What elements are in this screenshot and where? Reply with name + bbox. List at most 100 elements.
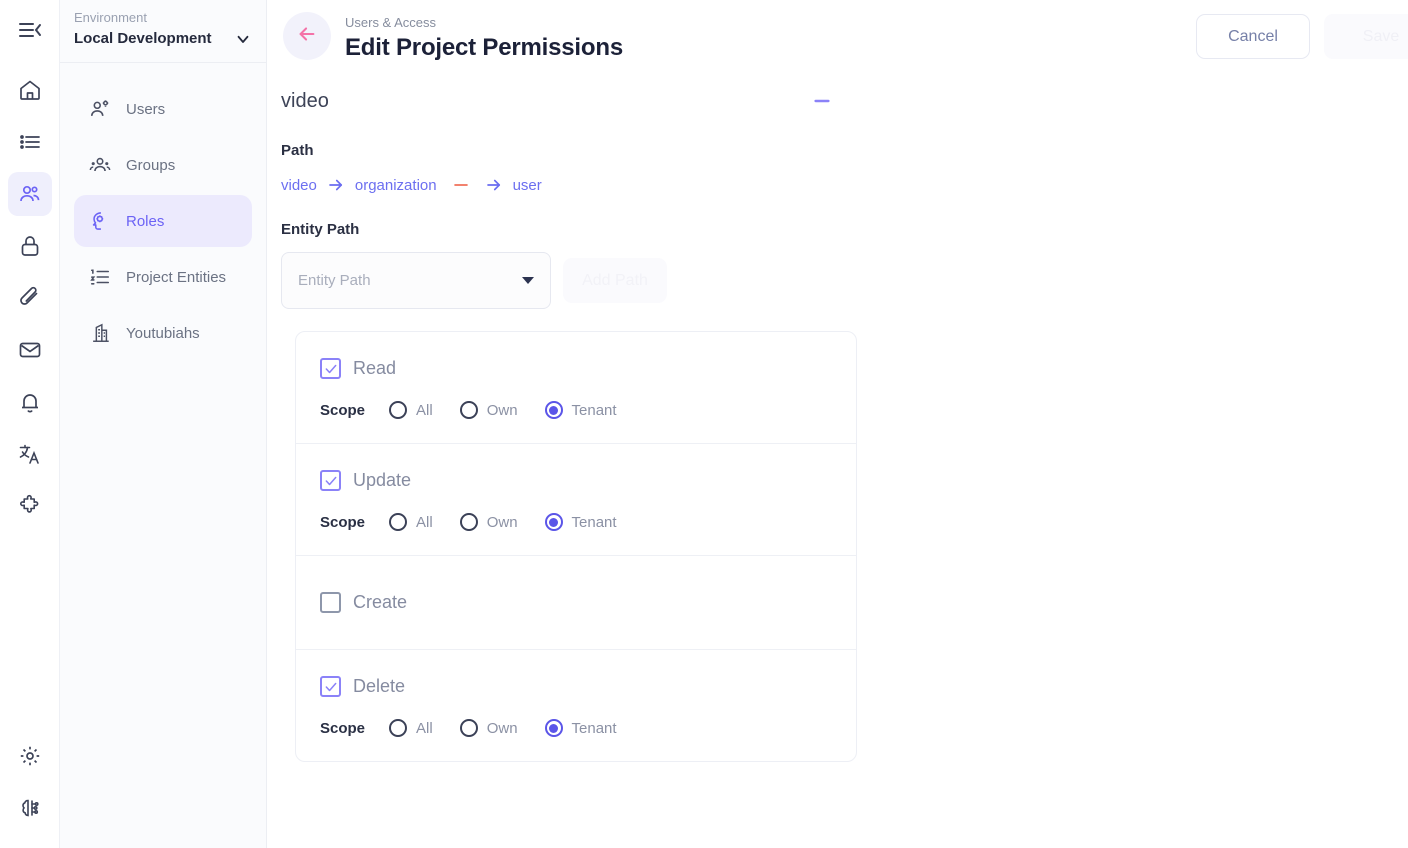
permission-name: Read bbox=[353, 358, 397, 378]
sidebar-item-groups[interactable]: Groups bbox=[74, 139, 252, 191]
environment-label: Environment bbox=[74, 10, 147, 25]
radio-icon bbox=[389, 401, 408, 419]
arrow-right-icon bbox=[485, 176, 503, 194]
permission-name: Create bbox=[353, 592, 408, 612]
app-root: Environment Local Development Users Grou… bbox=[0, 0, 1408, 848]
bell-icon[interactable] bbox=[8, 380, 52, 424]
permission-checkbox[interactable] bbox=[320, 470, 341, 491]
users-icon[interactable] bbox=[7, 172, 52, 216]
chevron-down-icon bbox=[234, 30, 252, 48]
scope-option-label: All bbox=[416, 513, 433, 531]
sidebar-item-label: Youtubiahs bbox=[126, 324, 200, 342]
sidebar-item-users[interactable]: Users bbox=[74, 83, 252, 135]
entity-path-select-value: Entity Path bbox=[298, 272, 371, 289]
list-icon[interactable] bbox=[8, 120, 52, 164]
lock-icon[interactable] bbox=[8, 224, 52, 268]
remove-path-node-icon[interactable] bbox=[447, 175, 475, 195]
permission-checkbox[interactable] bbox=[320, 358, 341, 379]
scope-option-all[interactable]: All bbox=[389, 719, 433, 737]
sidebar-item-label: Users bbox=[126, 100, 166, 118]
scope-option-all[interactable]: All bbox=[389, 401, 433, 419]
gear-icon[interactable] bbox=[8, 734, 52, 778]
radio-icon-selected bbox=[544, 401, 563, 419]
radio-icon bbox=[459, 401, 478, 419]
scope-option-label: All bbox=[416, 719, 433, 737]
permission-checkbox[interactable] bbox=[320, 676, 341, 697]
entity-path-select[interactable]: Entity Path bbox=[281, 252, 551, 309]
environment-value: Local Development bbox=[74, 30, 212, 47]
entity-path-label: Entity Path bbox=[281, 221, 360, 238]
icon-rail bbox=[0, 0, 60, 848]
paperclip-icon[interactable] bbox=[8, 276, 52, 320]
minus-icon[interactable] bbox=[807, 86, 837, 116]
scope-option-all[interactable]: All bbox=[389, 513, 433, 531]
scope-row: Scope All Own Tenant bbox=[320, 719, 832, 737]
sidebar-item-roles[interactable]: Roles bbox=[74, 195, 252, 247]
scope-option-label: Own bbox=[486, 401, 518, 419]
radio-icon bbox=[389, 513, 408, 531]
page-title: Edit Project Permissions bbox=[345, 34, 623, 61]
building-icon bbox=[88, 321, 112, 345]
puzzle-icon[interactable] bbox=[8, 484, 52, 528]
path-label: Path bbox=[281, 142, 314, 159]
scope-label: Scope bbox=[320, 513, 366, 531]
secondary-sidebar: Environment Local Development Users Grou… bbox=[60, 0, 267, 848]
sidebar-item-label: Roles bbox=[126, 212, 165, 230]
scope-option-tenant[interactable]: Tenant bbox=[544, 513, 617, 531]
path-breadcrumb: video organization user bbox=[281, 175, 1408, 195]
permission-card-update: Update Scope All Own Tenant bbox=[296, 444, 856, 556]
mail-icon[interactable] bbox=[8, 328, 52, 372]
scope-option-label: All bbox=[416, 401, 433, 419]
collapse-sidebar-button[interactable] bbox=[8, 8, 52, 52]
permissions-body: Path video organization user Entity Path bbox=[267, 142, 1408, 762]
scope-option-label: Own bbox=[486, 513, 518, 531]
brain-circuit-icon[interactable] bbox=[8, 786, 52, 830]
sidebar-nav: Users Groups Roles Project Entities Yout… bbox=[60, 63, 266, 359]
permission-name: Update bbox=[353, 470, 412, 490]
sidebar-item-label: Groups bbox=[126, 156, 176, 174]
scope-label: Scope bbox=[320, 401, 366, 419]
caret-down-icon bbox=[522, 277, 534, 284]
header-actions: Cancel Save bbox=[1196, 14, 1408, 59]
scope-option-own[interactable]: Own bbox=[459, 719, 518, 737]
scope-row: Scope All Own Tenant bbox=[320, 401, 832, 419]
scope-option-tenant[interactable]: Tenant bbox=[544, 401, 617, 419]
scope-option-own[interactable]: Own bbox=[459, 513, 518, 531]
radio-icon bbox=[459, 513, 478, 531]
permission-checkbox[interactable] bbox=[320, 592, 341, 613]
sidebar-item-youtubiahs[interactable]: Youtubiahs bbox=[74, 307, 252, 359]
save-button[interactable]: Save bbox=[1324, 14, 1408, 59]
translate-icon[interactable] bbox=[8, 432, 52, 476]
radio-icon bbox=[459, 719, 478, 737]
scope-option-own[interactable]: Own bbox=[459, 401, 518, 419]
cancel-button[interactable]: Cancel bbox=[1196, 14, 1310, 59]
permission-card-delete: Delete Scope All Own Tenant bbox=[296, 650, 856, 761]
path-node[interactable]: video bbox=[281, 177, 317, 194]
scope-option-label: Tenant bbox=[571, 719, 617, 737]
permission-name: Delete bbox=[353, 676, 406, 696]
page-header: Users & Access Edit Project Permissions … bbox=[267, 0, 1408, 74]
user-settings-icon bbox=[88, 97, 112, 121]
permission-card-create: Create bbox=[296, 556, 856, 650]
permission-card-read: Read Scope All Own Tenant bbox=[296, 332, 856, 444]
home-icon[interactable] bbox=[8, 68, 52, 112]
scope-option-label: Own bbox=[486, 719, 518, 737]
ordered-list-icon bbox=[88, 265, 112, 289]
entity-path-row: Entity Path Add Path bbox=[281, 252, 1408, 309]
path-node[interactable]: organization bbox=[355, 177, 437, 194]
sidebar-item-label: Project Entities bbox=[126, 268, 227, 286]
environment-selector[interactable]: Environment Local Development bbox=[60, 0, 266, 63]
back-button[interactable] bbox=[283, 12, 331, 60]
scope-option-tenant[interactable]: Tenant bbox=[544, 719, 617, 737]
groups-icon bbox=[88, 153, 112, 177]
entity-section-header: video bbox=[281, 86, 837, 116]
scope-option-label: Tenant bbox=[571, 401, 617, 419]
sidebar-item-project-entities[interactable]: Project Entities bbox=[74, 251, 252, 303]
roles-head-gear-icon bbox=[88, 209, 112, 233]
main-content: Users & Access Edit Project Permissions … bbox=[267, 0, 1408, 848]
radio-icon bbox=[389, 719, 408, 737]
path-node[interactable]: user bbox=[513, 177, 542, 194]
scope-row: Scope All Own Tenant bbox=[320, 513, 832, 531]
radio-icon-selected bbox=[544, 719, 563, 737]
add-path-button[interactable]: Add Path bbox=[563, 258, 667, 303]
